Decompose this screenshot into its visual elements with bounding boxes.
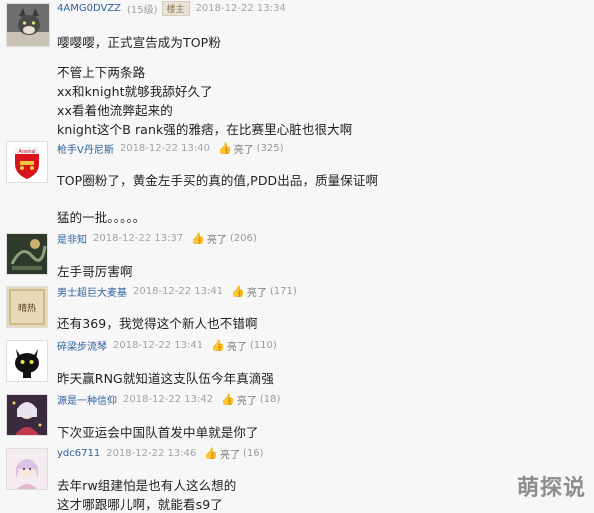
post-text-line: xx看着他流弊起来的 [57, 103, 173, 118]
like-button[interactable]: 👍 亮了 [204, 446, 240, 461]
dark-art-icon [7, 234, 47, 274]
post-meta: 碎梁步流琴 2018-12-22 13:41 👍 亮了 (110) [57, 337, 277, 353]
thumb-up-icon: 👍 [191, 231, 205, 245]
username-link[interactable]: ydc6711 [57, 448, 100, 459]
post-text-line: 左手哥厉害啊 [57, 264, 133, 279]
like-count: (325) [256, 142, 284, 154]
like-count: (16) [243, 447, 264, 459]
like-count: (110) [249, 339, 277, 351]
post-time: 2018-12-22 13:34 [195, 2, 286, 14]
post-meta: 源是一种信仰 2018-12-22 13:42 👍 亮了 (18) [57, 391, 280, 407]
post-time: 2018-12-22 13:37 [93, 232, 184, 244]
black-cat-icon [7, 341, 47, 381]
thumb-up-icon: 👍 [221, 392, 235, 406]
like-count: (206) [229, 232, 257, 244]
anime-dark-icon [7, 395, 47, 435]
like-button[interactable]: 👍 亮了 [191, 231, 227, 246]
poster-text-icon: 晴热 [7, 287, 47, 327]
thumb-up-icon: 👍 [204, 446, 219, 460]
post-time: 2018-12-22 13:40 [119, 142, 210, 154]
crest-label: Arsenal [19, 149, 36, 155]
watermark-logo: 萌探说 [516, 476, 586, 501]
like-button[interactable]: 👍 亮了 [218, 141, 254, 156]
post-time: 2018-12-22 13:41 [133, 285, 224, 297]
user-avatar[interactable]: 晴热 [6, 286, 48, 328]
username-link[interactable]: 男士超巨大麦基 [57, 284, 127, 299]
post-meta: ydc6711 2018-12-22 13:46 👍 亮了 (16) [57, 445, 264, 461]
post-text-line: 这才哪跟哪儿啊，就能看s9了 [57, 497, 223, 512]
post-text-line: 猛的一批。。。。。 [57, 210, 146, 225]
arsenal-crest-icon: Arsenal [15, 147, 39, 179]
post-meta: 是非知 2018-12-22 13:37 👍 亮了 (206) [57, 230, 257, 246]
like-label: 亮了 [226, 341, 247, 353]
username-link[interactable]: 碎梁步流琴 [57, 338, 107, 353]
like-button[interactable]: 👍 亮了 [211, 338, 247, 353]
post-meta: 男士超巨大麦基 2018-12-22 13:41 👍 亮了 (171) [57, 283, 297, 299]
like-button[interactable]: 👍 亮了 [231, 284, 267, 299]
username-link[interactable]: 4AMG0DVZZ [57, 3, 121, 14]
post-text-line: 下次亚运会中国队首发中单就是你了 [57, 425, 259, 440]
like-count: (171) [269, 285, 297, 297]
username-link[interactable]: 是非知 [57, 231, 87, 246]
post-text-line: 去年rw组建怕是也有人这么想的 [57, 478, 237, 493]
anime-girl-icon [7, 449, 47, 489]
user-avatar[interactable]: Arsenal [6, 141, 48, 183]
thumb-up-icon: 👍 [231, 284, 245, 298]
user-level: (15级) [127, 4, 158, 16]
like-label: 亮了 [233, 144, 254, 156]
post-text-line: TOP圈粉了，黄金左手买的真的值,PDD出品，质量保证啊 [57, 173, 379, 188]
post-time: 2018-12-22 13:46 [106, 447, 197, 459]
post-text-line: knight这个B rank强的雅痞，在比赛里心脏也很大啊 [57, 122, 353, 137]
post-text-line: 昨天赢RNG就知道这支队伍今年真滴强 [57, 371, 275, 386]
post-time: 2018-12-22 13:41 [113, 339, 204, 351]
thumb-up-icon: 👍 [217, 141, 232, 155]
username-link[interactable]: 枪手V丹尼斯 [57, 141, 114, 156]
post-meta: 4AMG0DVZZ (15级) 楼主 2018-12-22 13:34 [57, 0, 290, 16]
like-count: (18) [259, 393, 281, 405]
post-text-line: xx和knight就够我舔好久了 [57, 84, 213, 99]
post-meta: 枪手V丹尼斯 2018-12-22 13:40 👍 亮了 (325) [57, 140, 284, 156]
cat-avatar-icon [7, 4, 49, 46]
post-text-line: 不管上下两条路 [57, 65, 146, 80]
like-label: 亮了 [236, 395, 257, 407]
like-label: 亮了 [220, 449, 241, 461]
like-label: 亮了 [206, 234, 227, 246]
username-link[interactable]: 源是一种信仰 [57, 392, 117, 407]
post-text-line: 嘤嘤嘤，正式宣告成为TOP粉 [57, 35, 221, 50]
like-label: 亮了 [246, 287, 267, 299]
user-avatar[interactable] [6, 3, 50, 47]
like-button[interactable]: 👍 亮了 [221, 392, 257, 407]
comment-thread: 4AMG0DVZZ (15级) 楼主 2018-12-22 13:34 嘤嘤嘤，… [0, 0, 594, 512]
poster-text: 晴热 [18, 302, 36, 314]
user-avatar[interactable] [6, 448, 48, 490]
user-avatar[interactable] [6, 233, 48, 275]
user-avatar[interactable] [6, 394, 48, 436]
post-time: 2018-12-22 13:42 [123, 393, 214, 405]
post-text-line: 还有369，我觉得这个新人也不错啊 [57, 316, 258, 331]
op-badge: 楼主 [161, 0, 190, 16]
user-avatar[interactable] [6, 340, 48, 382]
thumb-up-icon: 👍 [211, 338, 225, 352]
